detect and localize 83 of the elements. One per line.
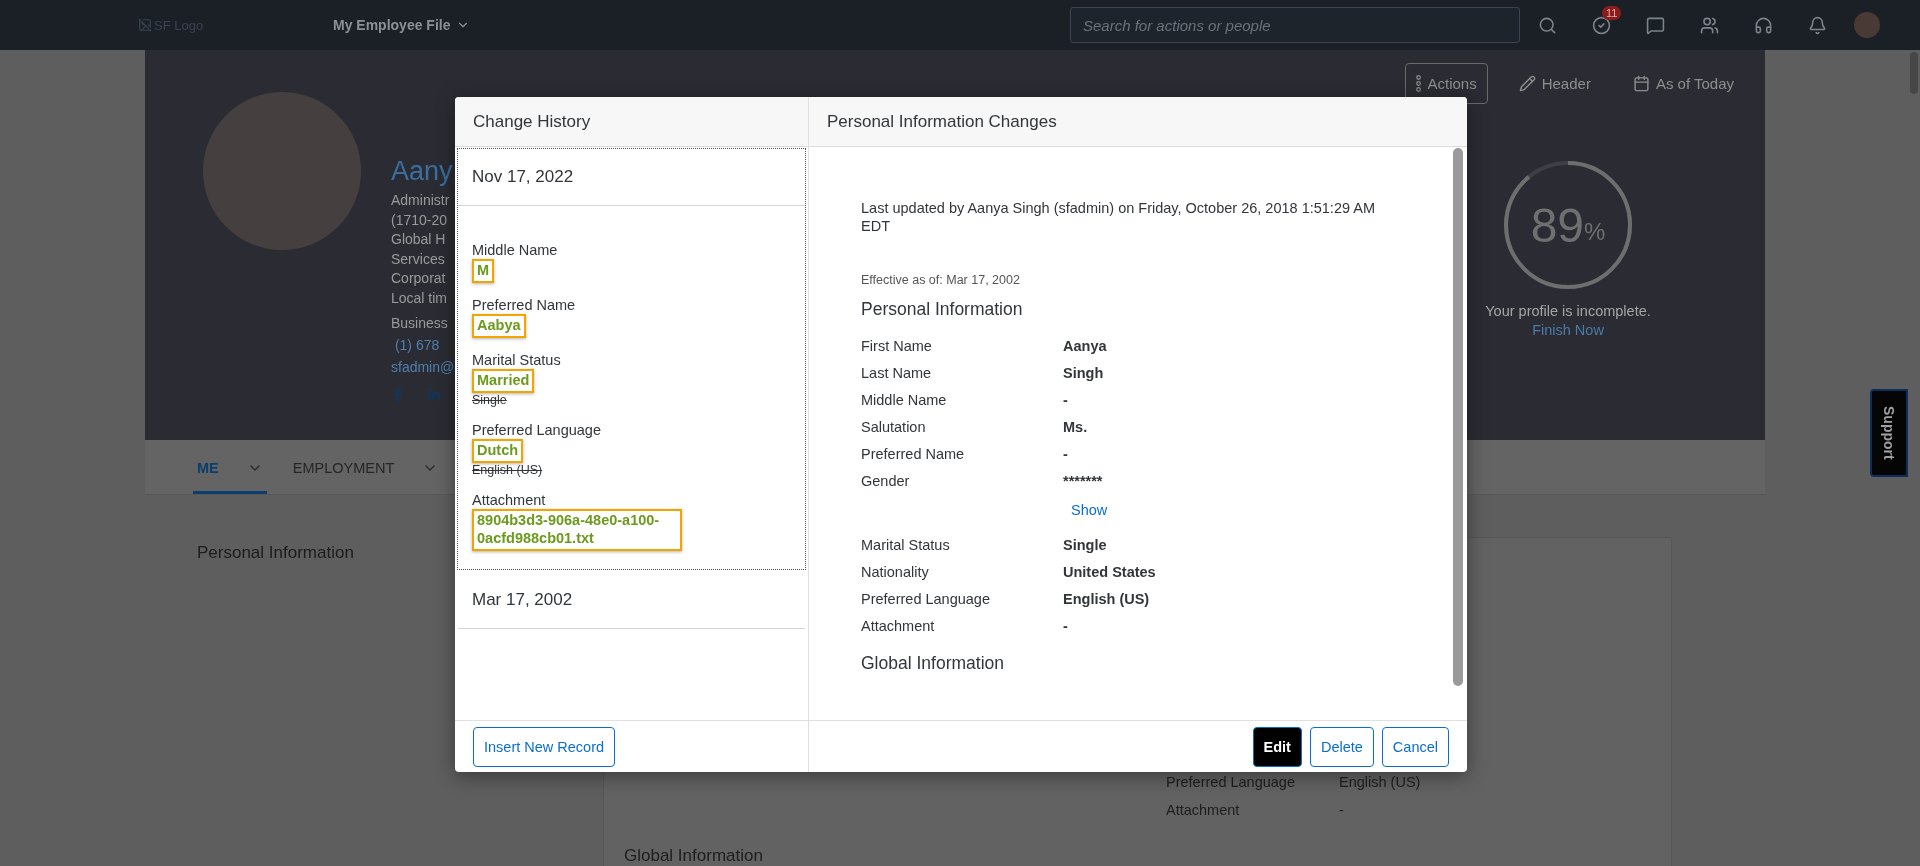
change-label: Preferred Name [472, 297, 576, 314]
pane-title: Change History [455, 97, 808, 147]
show-link[interactable]: Show [1071, 502, 1108, 518]
business-label: Business [391, 314, 448, 333]
field-label: Last Name [861, 364, 933, 381]
profile-detail: Corporat [391, 269, 446, 288]
field-label: Nationality [861, 563, 930, 580]
field-value: - [1063, 617, 1069, 634]
field-label: Preferred Language [1166, 774, 1296, 790]
section-title: Personal Information [197, 543, 354, 563]
field-label: Preferred Language [861, 590, 991, 607]
change-label: Preferred Language [472, 422, 601, 439]
profile-detail: Services [391, 249, 445, 269]
field-value: Single [1063, 536, 1108, 553]
field-value: United States [1063, 563, 1157, 580]
dialog-button[interactable]: Cancel [1381, 726, 1449, 767]
support-tab[interactable]: Support [1870, 389, 1908, 477]
new-value: Married [472, 369, 535, 393]
profile-detail: (1710-20 [391, 210, 448, 230]
field-label: Salutation [861, 418, 927, 435]
finish-now-link[interactable]: Finish Now [1532, 322, 1604, 338]
record-date[interactable]: Nov 17, 2022 [458, 149, 805, 206]
field-value: - [1339, 802, 1345, 818]
field-value: English (US) [1339, 774, 1422, 790]
profile-detail: Local tim [391, 288, 448, 308]
profile-detail: Administr [391, 191, 450, 210]
calendar-icon [1632, 75, 1650, 92]
new-value: Dutch [472, 439, 524, 463]
field-label: First Name [861, 337, 933, 354]
phone-link[interactable]: (1) 678 [391, 333, 440, 356]
profile-detail: Global H [391, 230, 446, 249]
old-value: Single [472, 393, 507, 408]
app-menu[interactable]: My Employee File [333, 17, 471, 33]
field-value: ******* [1063, 472, 1104, 489]
email-link[interactable]: sfadmin@ [391, 355, 455, 378]
section-heading: Global Information [861, 653, 1005, 674]
check-circle-icon[interactable] [1591, 15, 1611, 35]
new-value: M [472, 259, 495, 283]
field-label: Gender [861, 472, 911, 489]
pencil-icon [1518, 75, 1536, 92]
dialog-button[interactable]: Delete [1309, 726, 1374, 767]
record-date[interactable]: Mar 17, 2002 [458, 572, 805, 629]
profile-name: Aany [391, 156, 453, 187]
insert-record-button[interactable]: Insert New Record [473, 726, 616, 767]
field-value: - [1063, 391, 1069, 408]
change-label: Attachment [472, 492, 546, 509]
completion-percent: 89 [1530, 197, 1584, 253]
notifications-icon[interactable] [1807, 15, 1827, 35]
change-label: Middle Name [472, 242, 558, 259]
field-value: - [1063, 445, 1069, 462]
search-field[interactable]: Search for actions or people [1070, 7, 1520, 43]
search-icon[interactable] [1537, 15, 1557, 35]
section-heading: Personal Information [861, 299, 1024, 320]
count-badge: 11 [1602, 6, 1622, 20]
field-label: Marital Status [861, 536, 951, 553]
new-value: Aabya [472, 314, 526, 338]
section-heading: Global Information [624, 846, 764, 866]
new-value: 8904b3d3-906a-48e0-a100-0acfd988cb01.txt [472, 509, 682, 551]
old-value: English (US) [472, 463, 543, 478]
field-value: Aanya [1063, 337, 1108, 354]
effective-date: Effective as of: Mar 17, 2002 [861, 273, 1021, 287]
field-label: Attachment [1166, 802, 1241, 818]
nav-tab[interactable]: EMPLOYMENT [288, 440, 443, 494]
last-updated-text: Last updated by Aanya Singh (sfadmin) on Friday, October 26, 2018 1:51:29 AM EDT [861, 199, 1376, 235]
dialog-button[interactable]: Edit [1252, 726, 1302, 767]
chat-icon[interactable] [1645, 15, 1665, 35]
field-label: Preferred Name [861, 445, 966, 462]
completion-message: Your profile is incomplete. [1485, 303, 1651, 319]
field-value: Ms. [1063, 418, 1089, 435]
scrollbar[interactable] [1453, 148, 1463, 686]
percent-sign: % [1584, 218, 1606, 246]
field-value: English (US) [1063, 590, 1151, 607]
header-action-button[interactable]: As of Today [1621, 63, 1745, 104]
headset-icon[interactable] [1753, 15, 1773, 35]
change-label: Marital Status [472, 352, 561, 369]
more-vertical-icon [1416, 75, 1422, 92]
field-label: Middle Name [861, 391, 948, 408]
field-value: Singh [1063, 364, 1105, 381]
broken-image-icon [138, 18, 152, 32]
field-label: Attachment [861, 617, 936, 634]
header-action-button[interactable]: Header [1507, 63, 1602, 104]
people-icon[interactable] [1699, 15, 1719, 35]
pane-title: Personal Information Changes [809, 97, 1467, 147]
